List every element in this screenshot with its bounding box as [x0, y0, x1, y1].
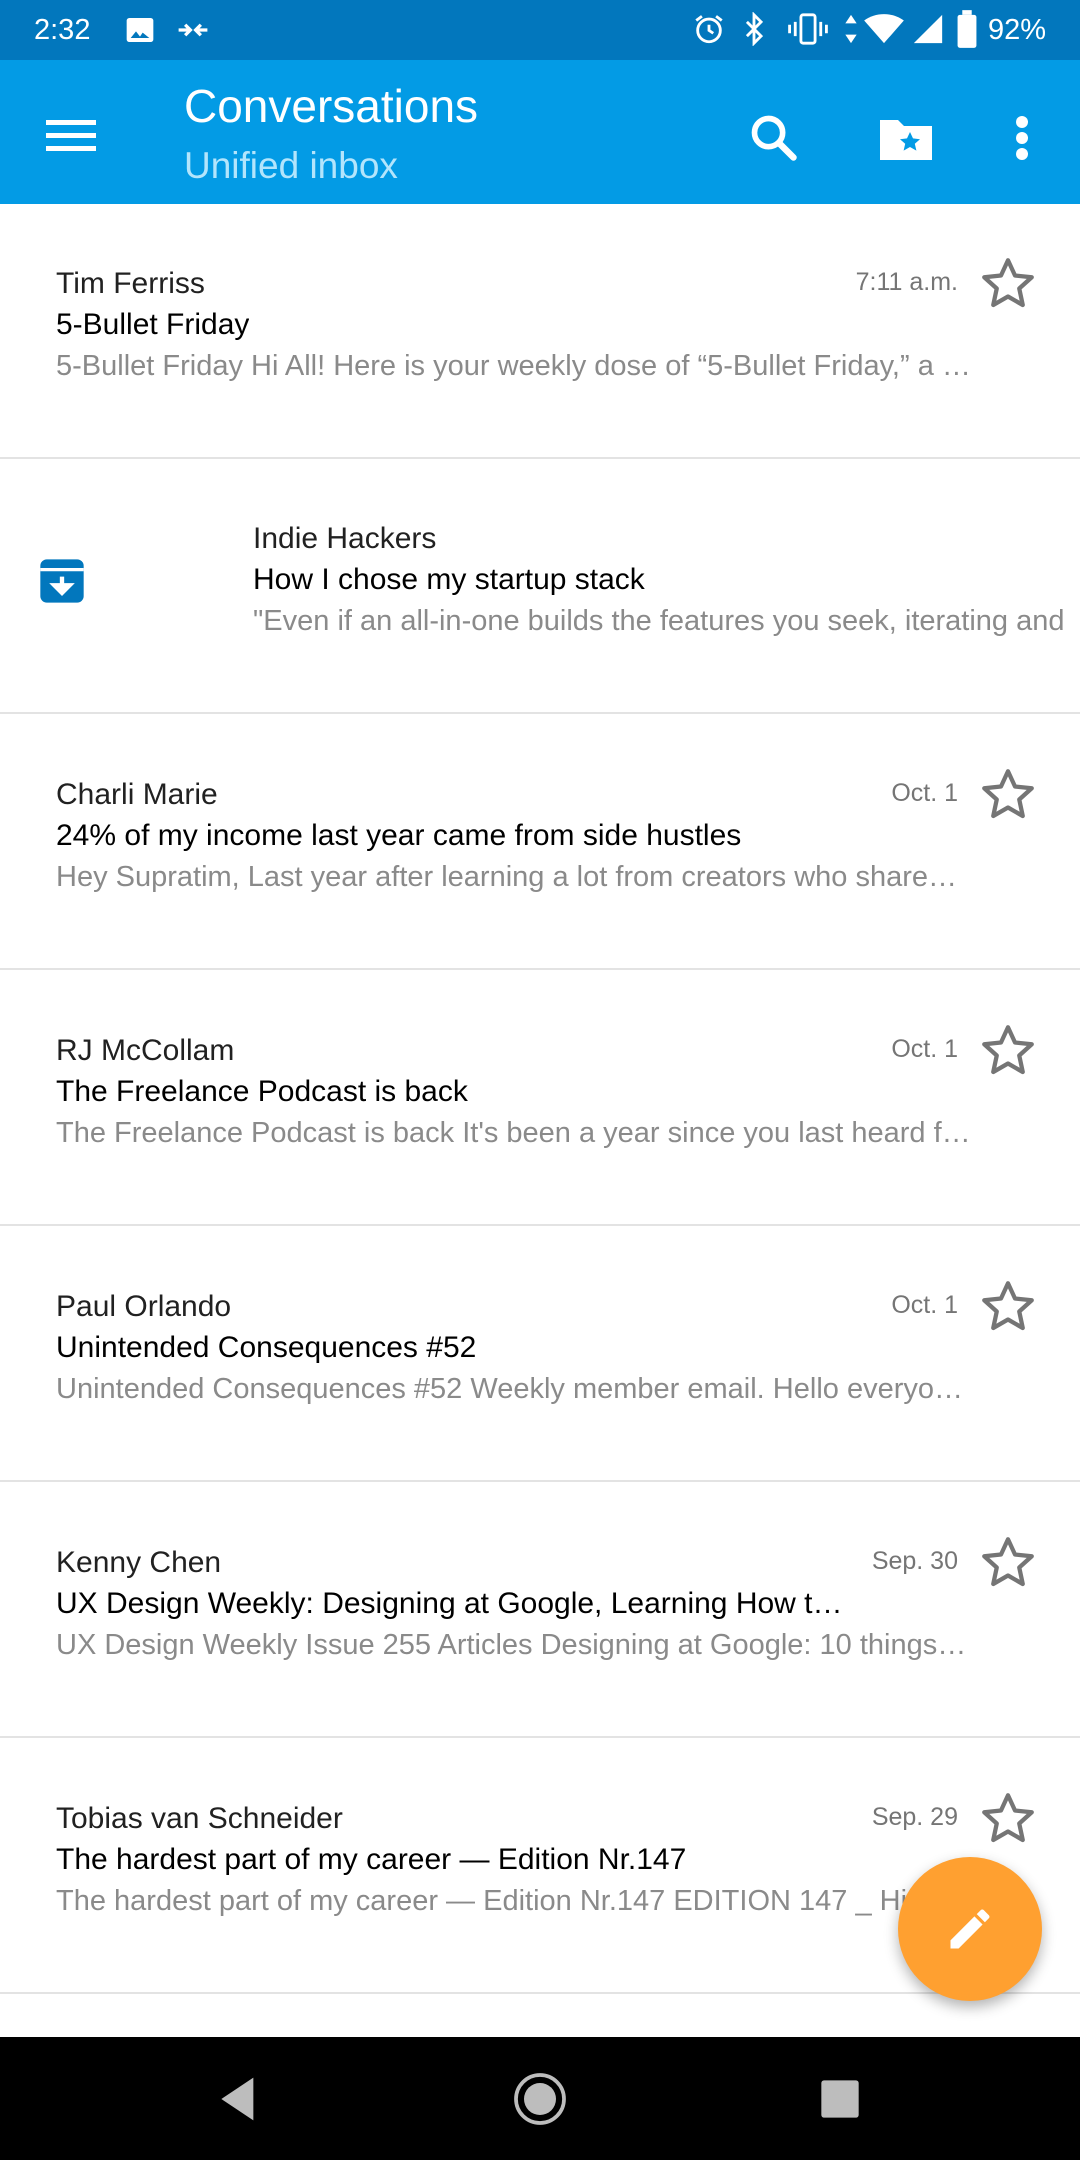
subject-line: The hardest part of my career — Edition …	[56, 1843, 687, 1876]
recents-button[interactable]	[808, 2067, 872, 2131]
app-bar: Conversations Unified inbox	[0, 60, 1080, 204]
sender-name: Tim Ferriss	[56, 267, 205, 300]
sender-name: Indie Hackers	[253, 522, 437, 555]
message-preview: The hardest part of my career — Edition …	[56, 1885, 908, 1917]
battery-icon	[956, 10, 978, 53]
message-preview: The Freelance Podcast is back It's been …	[56, 1117, 971, 1149]
subject-line: The Freelance Podcast is back	[56, 1075, 468, 1108]
sender-name: RJ McCollam	[56, 1034, 235, 1067]
conversation-row-swiped[interactable]: Indie Hackers How I chose my startup sta…	[0, 459, 1080, 714]
sender-name: Kenny Chen	[56, 1546, 222, 1579]
subject-line: UX Design Weekly: Designing at Google, L…	[56, 1587, 843, 1620]
message-preview: UX Design Weekly Issue 255 Articles Desi…	[56, 1629, 967, 1661]
sender-name: Charli Marie	[56, 778, 218, 811]
subject-line: 24% of my income last year came from sid…	[56, 819, 742, 852]
starred-folder-icon	[880, 120, 932, 160]
status-bar: 2:32 92%	[0, 0, 1080, 60]
star-icon[interactable]	[978, 1789, 1038, 1849]
message-date: Oct. 1	[891, 1035, 958, 1063]
wifi-icon	[862, 12, 906, 51]
compose-button[interactable]	[898, 1857, 1042, 2001]
search-button[interactable]	[734, 98, 814, 178]
alarm-icon	[692, 12, 726, 51]
message-date: Oct. 1	[891, 779, 958, 807]
sender-name: Tobias van Schneider	[56, 1802, 343, 1835]
overflow-menu-button[interactable]	[982, 98, 1062, 178]
data-transfer-icon	[842, 12, 860, 51]
status-time: 2:32	[34, 14, 91, 46]
cell-signal-icon	[910, 12, 946, 51]
message-preview: "Even if an all-in-one builds the featur…	[253, 605, 1065, 637]
starred-folder-button[interactable]	[866, 98, 946, 178]
image-icon	[124, 14, 156, 51]
archive-icon	[40, 559, 84, 603]
conversation-row[interactable]: Kenny Chen UX Design Weekly: Designing a…	[0, 1483, 1080, 1738]
conversation-row[interactable]: Charli Marie 24% of my income last year …	[0, 715, 1080, 970]
back-button[interactable]	[208, 2067, 272, 2131]
message-date: Sep. 30	[871, 1547, 958, 1575]
system-nav-bar	[0, 2037, 1080, 2160]
bluetooth-icon	[742, 11, 766, 51]
hamburger-icon	[46, 120, 96, 151]
page-title: Conversations	[184, 80, 479, 132]
subject-line: Unintended Consequences #52	[56, 1331, 477, 1364]
pencil-icon	[950, 1909, 990, 1949]
home-icon	[514, 2073, 566, 2125]
message-date: 7:11 a.m.	[855, 268, 958, 296]
page-subtitle: Unified inbox	[184, 145, 398, 186]
star-icon[interactable]	[978, 1277, 1038, 1337]
message-preview: Hey Supratim, Last year after learning a…	[56, 861, 957, 893]
overflow-menu-icon	[1016, 116, 1028, 160]
message-date: Sep. 29	[871, 1803, 958, 1831]
star-icon[interactable]	[978, 1533, 1038, 1593]
vibrate-icon	[786, 12, 830, 51]
home-button[interactable]	[508, 2067, 572, 2131]
star-icon[interactable]	[978, 254, 1038, 314]
star-icon[interactable]	[978, 765, 1038, 825]
conversation-row[interactable]: Tim Ferriss 5-Bullet Friday 5-Bullet Fri…	[0, 204, 1080, 459]
search-icon	[751, 115, 797, 161]
message-date: Oct. 1	[891, 1291, 958, 1319]
conversation-row[interactable]: Paul Orlando Unintended Consequences #52…	[0, 1227, 1080, 1482]
message-preview: Unintended Consequences #52 Weekly membe…	[56, 1373, 963, 1405]
data-saver-icon	[176, 14, 210, 51]
recents-icon	[821, 2080, 859, 2118]
message-preview: 5-Bullet Friday Hi All! Here is your wee…	[56, 350, 976, 382]
star-icon[interactable]	[978, 1021, 1038, 1081]
conversation-row[interactable]: RJ McCollam The Freelance Podcast is bac…	[0, 971, 1080, 1226]
subject-line: 5-Bullet Friday	[56, 308, 250, 341]
battery-percent: 92%	[988, 14, 1047, 46]
back-icon	[221, 2077, 254, 2121]
sender-name: Paul Orlando	[56, 1290, 232, 1323]
subject-line: How I chose my startup stack	[253, 563, 645, 596]
menu-button[interactable]	[30, 104, 110, 184]
